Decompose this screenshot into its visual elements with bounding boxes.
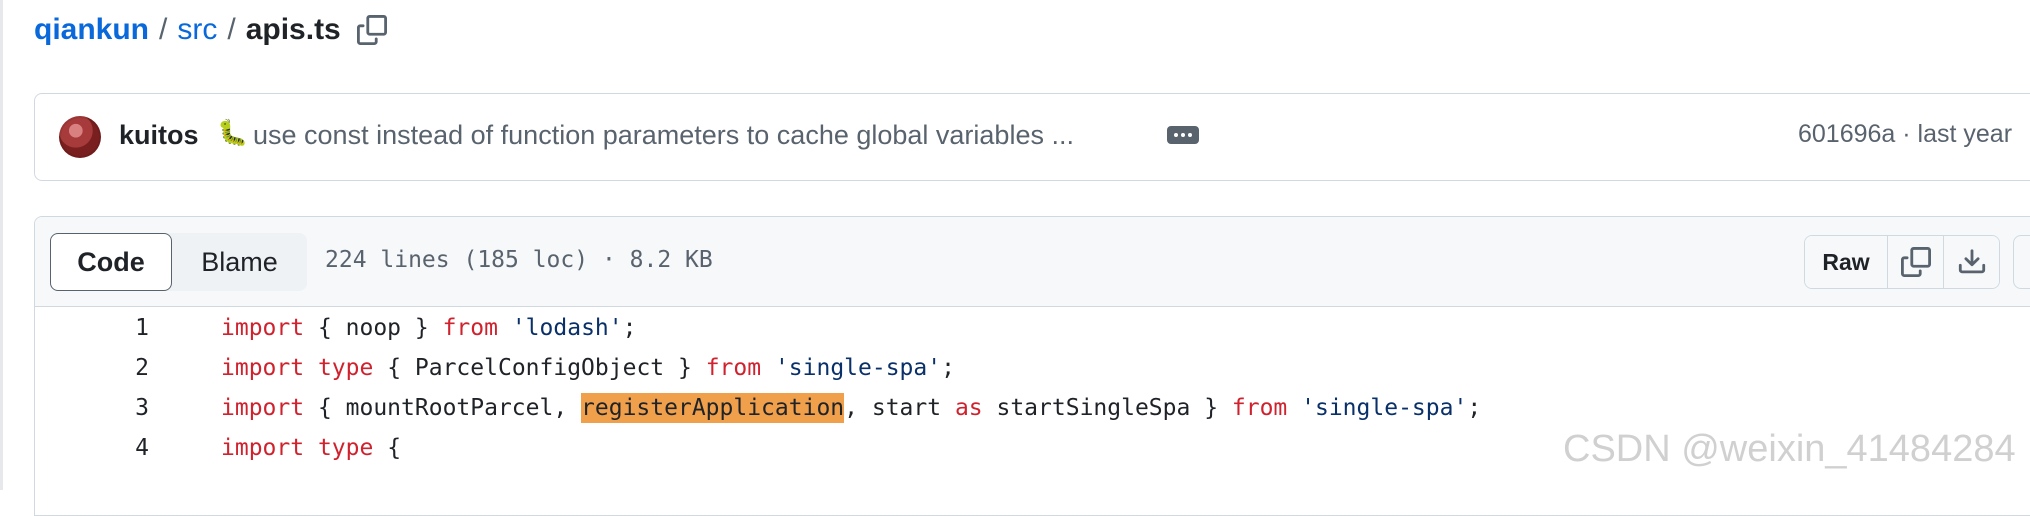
code-line: 2 import type { ParcelConfigObject } from… xyxy=(35,347,2030,387)
keyword-token: import xyxy=(221,395,305,421)
code-token: { ParcelConfigObject } xyxy=(373,355,706,381)
bug-emoji-icon: 🐛 xyxy=(217,119,249,147)
edit-file-button[interactable] xyxy=(2013,235,2030,289)
expand-commit-ellipsis-icon[interactable] xyxy=(1167,126,1199,144)
string-token: 'lodash' xyxy=(511,315,623,341)
keyword-token: as xyxy=(954,395,983,421)
search-highlight: registerApplication xyxy=(581,393,845,423)
file-header: Code Blame 224 lines (185 loc) · 8.2 KB … xyxy=(35,217,2030,307)
keyword-token: import xyxy=(221,315,305,341)
line-number[interactable]: 1 xyxy=(35,315,149,341)
breadcrumb-repo-link[interactable]: qiankun xyxy=(34,13,149,47)
breadcrumb-current-file: apis.ts xyxy=(245,13,341,46)
breadcrumb-folder-link[interactable]: src xyxy=(177,13,217,47)
string-token: 'single-spa' xyxy=(774,355,942,381)
watermark: CSDN @weixin_41484284 xyxy=(1563,428,2016,470)
code-token: { mountRootParcel, xyxy=(304,395,582,421)
breadcrumb-separator: / xyxy=(159,13,168,46)
keyword-token: from xyxy=(442,315,498,341)
keyword-token: from xyxy=(705,355,762,381)
copy-path-icon[interactable] xyxy=(355,13,389,47)
raw-button[interactable]: Raw xyxy=(1805,236,1888,288)
code-line: 3 import { mountRootParcel, registerAppli… xyxy=(35,387,2030,427)
code-token: ; xyxy=(1467,395,1482,421)
code-token: ; xyxy=(941,355,955,381)
code-text: import { noop } from 'lodash'; xyxy=(221,315,636,341)
page-left-border xyxy=(0,0,3,490)
latest-commit-box: kuitos 🐛 use const instead of function p… xyxy=(34,93,2030,181)
keyword-token: type xyxy=(317,435,374,461)
code-token: { noop } xyxy=(304,315,443,341)
breadcrumb: qiankun / src / apis.ts xyxy=(34,8,389,52)
file-actions-group: Raw xyxy=(1804,235,2000,289)
keyword-token: import xyxy=(221,355,305,381)
keyword-token: import xyxy=(221,435,305,461)
code-token: , start xyxy=(844,395,955,421)
string-token: 'single-spa' xyxy=(1301,395,1468,421)
file-viewer: Code Blame 224 lines (185 loc) · 8.2 KB … xyxy=(34,216,2030,516)
code-text: import type { ParcelConfigObject } from … xyxy=(221,355,955,381)
line-number[interactable]: 2 xyxy=(35,355,149,381)
commit-author-link[interactable]: kuitos xyxy=(119,120,199,151)
download-icon xyxy=(1958,249,1985,274)
commit-sha-and-time[interactable]: 601696a · last year xyxy=(1798,120,2012,149)
code-token: { xyxy=(373,435,402,461)
line-number[interactable]: 4 xyxy=(35,435,149,461)
breadcrumb-separator: / xyxy=(227,13,236,46)
keyword-token: from xyxy=(1231,395,1288,421)
file-info: 224 lines (185 loc) · 8.2 KB xyxy=(325,247,713,273)
line-number[interactable]: 3 xyxy=(35,395,149,421)
tab-code[interactable]: Code xyxy=(50,233,172,291)
code-text: import type { xyxy=(221,435,401,461)
code-token: startSingleSpa } xyxy=(982,395,1232,421)
avatar[interactable] xyxy=(59,116,101,158)
copy-raw-button[interactable] xyxy=(1888,236,1944,288)
download-raw-button[interactable] xyxy=(1944,236,1999,288)
tab-blame[interactable]: Blame xyxy=(172,233,307,291)
code-line: 1 import { noop } from 'lodash'; xyxy=(35,307,2030,347)
copy-icon xyxy=(1900,247,1931,277)
code-text: import { mountRootParcel, registerApplic… xyxy=(221,393,1482,423)
keyword-token: type xyxy=(317,355,374,381)
view-mode-segmented-control: Code Blame xyxy=(50,233,307,291)
commit-message-link[interactable]: use const instead of function parameters… xyxy=(253,120,1074,151)
code-token: ; xyxy=(622,315,637,341)
